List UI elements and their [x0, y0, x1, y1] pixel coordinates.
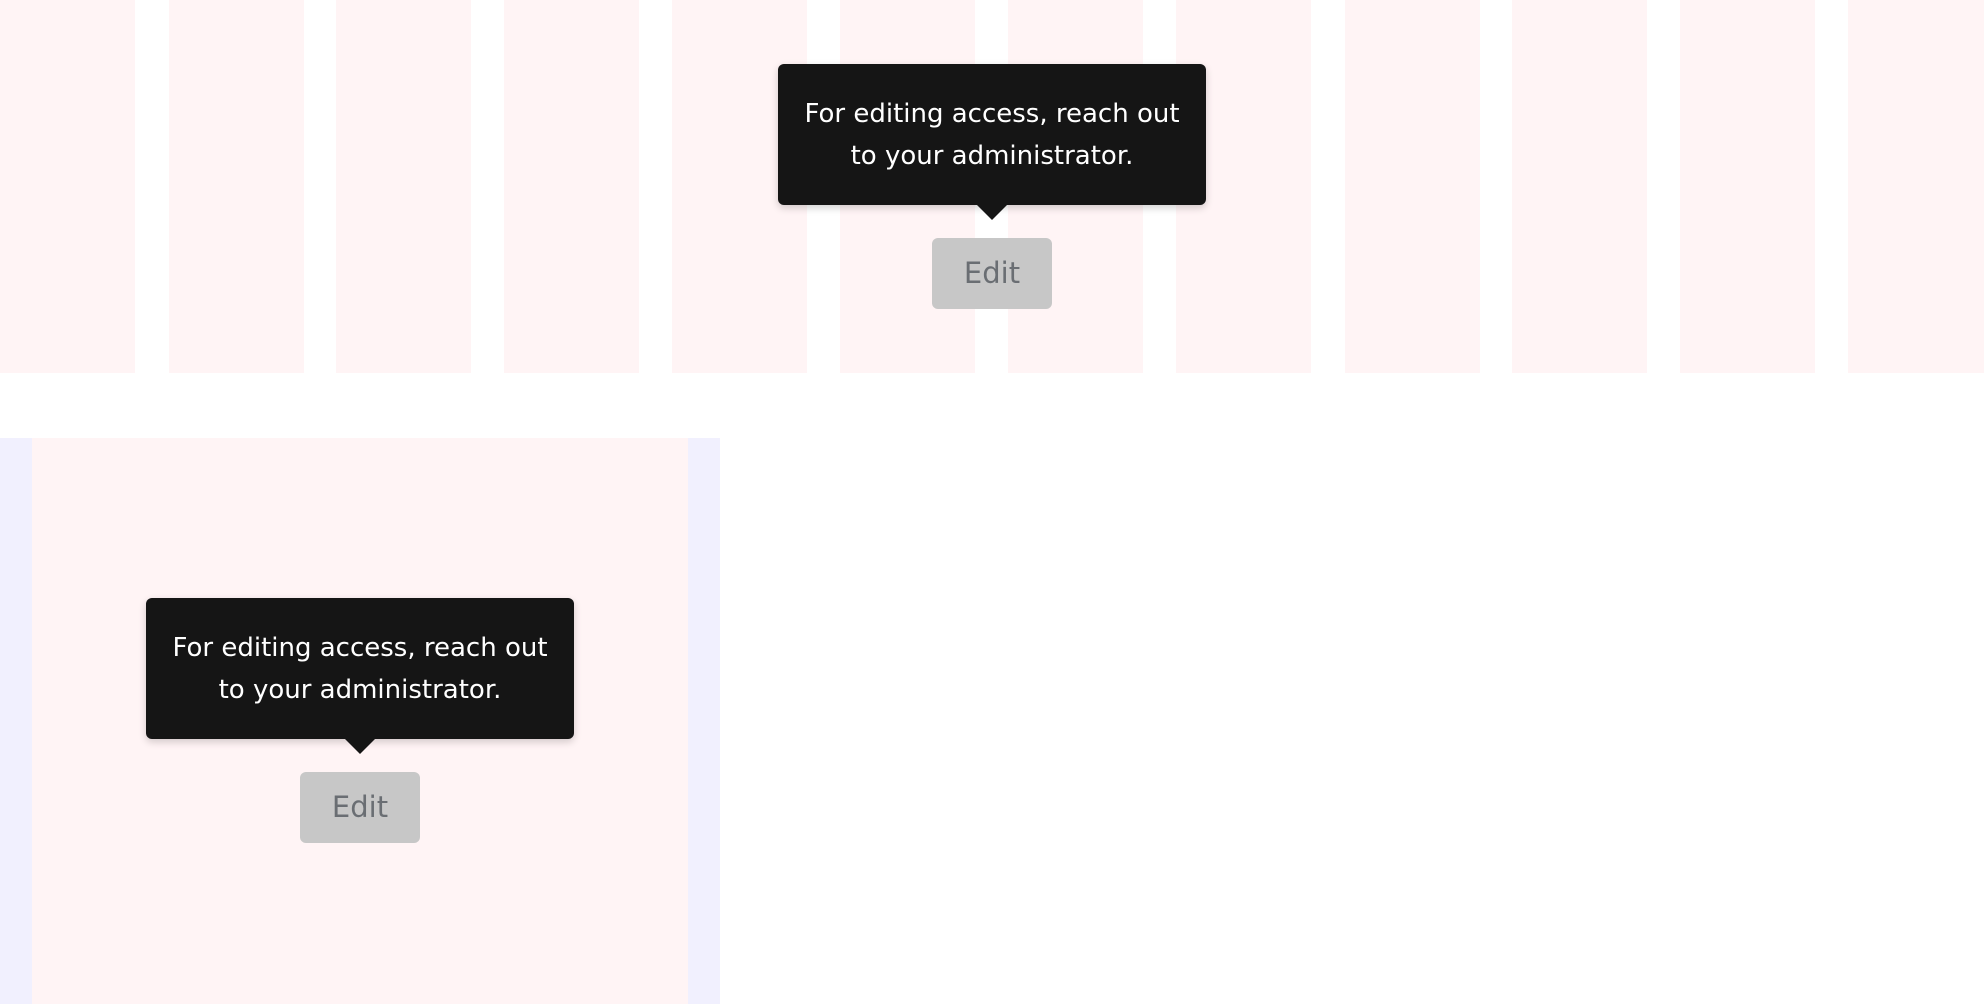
- grid-column: [1512, 0, 1647, 373]
- tooltip-text-line: For editing access, reach out: [804, 99, 1180, 129]
- tooltip-text-line: For editing access, reach out: [172, 633, 548, 663]
- edit-button[interactable]: Edit: [300, 772, 420, 843]
- tooltip-text-line: to your administrator.: [218, 675, 502, 705]
- tooltip-arrow-icon: [976, 204, 1008, 220]
- page-canvas: For editing access, reach out to your ad…: [0, 0, 1984, 1004]
- grid-column: [336, 0, 471, 373]
- edit-access-tooltip: For editing access, reach out to your ad…: [146, 598, 574, 754]
- edit-access-tooltip: For editing access, reach out to your ad…: [778, 64, 1206, 220]
- grid-column: [169, 0, 304, 373]
- grid-column: [1345, 0, 1480, 373]
- tooltip-arrow-icon: [344, 738, 376, 754]
- grid-column: [0, 0, 135, 373]
- grid-column: [1848, 0, 1984, 373]
- edit-button[interactable]: Edit: [932, 238, 1052, 309]
- grid-column: [504, 0, 639, 373]
- grid-column: [1680, 0, 1815, 373]
- tooltip-text-line: to your administrator.: [850, 141, 1134, 171]
